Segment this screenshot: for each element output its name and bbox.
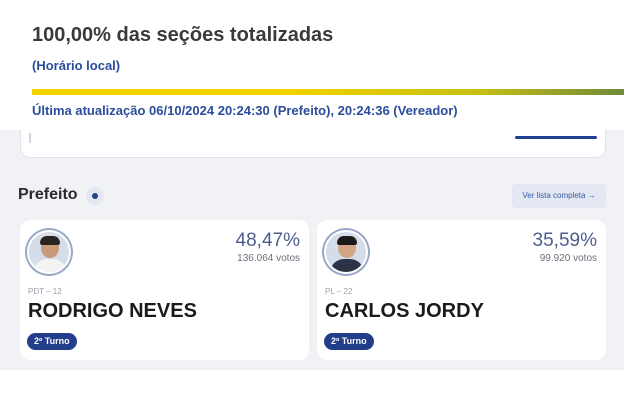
card-divider-mark	[29, 133, 31, 143]
candidate-card[interactable]: 35,59% 99.920 votos PL – 22 CARLOS JORDY…	[317, 220, 606, 360]
avatar-hair-shape	[40, 236, 60, 245]
candidate-name: RODRIGO NEVES	[28, 300, 197, 322]
second-round-badge: 2º Turno	[27, 333, 77, 350]
avatar-body-shape	[330, 259, 364, 272]
results-summary-panel: 100,00% das seções totalizadas (Horário …	[0, 0, 624, 130]
candidate-party-number: PDT – 12	[28, 287, 62, 296]
candidate-avatar	[27, 230, 71, 274]
summary-card	[20, 130, 606, 158]
second-round-badge: 2º Turno	[324, 333, 374, 350]
sections-totalized-headline: 100,00% das seções totalizadas	[32, 24, 334, 46]
active-tab-underline	[515, 136, 597, 139]
candidate-votes: 136.064 votos	[237, 253, 300, 264]
candidate-party-number: PL – 22	[325, 287, 353, 296]
info-icon[interactable]	[86, 187, 104, 205]
avatar-hair-shape	[337, 236, 357, 245]
candidate-avatar	[324, 230, 368, 274]
bottom-blank-area	[0, 370, 624, 401]
candidate-name: CARLOS JORDY	[325, 300, 484, 322]
progress-bar-fill	[32, 89, 624, 95]
avatar-body-shape	[33, 259, 67, 272]
last-update-text: Última atualização 06/10/2024 20:24:30 (…	[32, 103, 458, 118]
totalization-progress-bar	[32, 89, 624, 95]
bottom-divider-strip	[0, 360, 624, 370]
local-time-note: (Horário local)	[32, 58, 121, 73]
see-full-list-button[interactable]: Ver lista completa →	[512, 184, 606, 208]
candidate-votes: 99.920 votos	[539, 253, 597, 264]
section-title-prefeito: Prefeito	[18, 186, 78, 203]
candidate-percentage: 48,47%	[235, 230, 300, 251]
candidate-card[interactable]: 48,47% 136.064 votos PDT – 12 RODRIGO NE…	[20, 220, 309, 360]
candidate-percentage: 35,59%	[532, 230, 597, 251]
